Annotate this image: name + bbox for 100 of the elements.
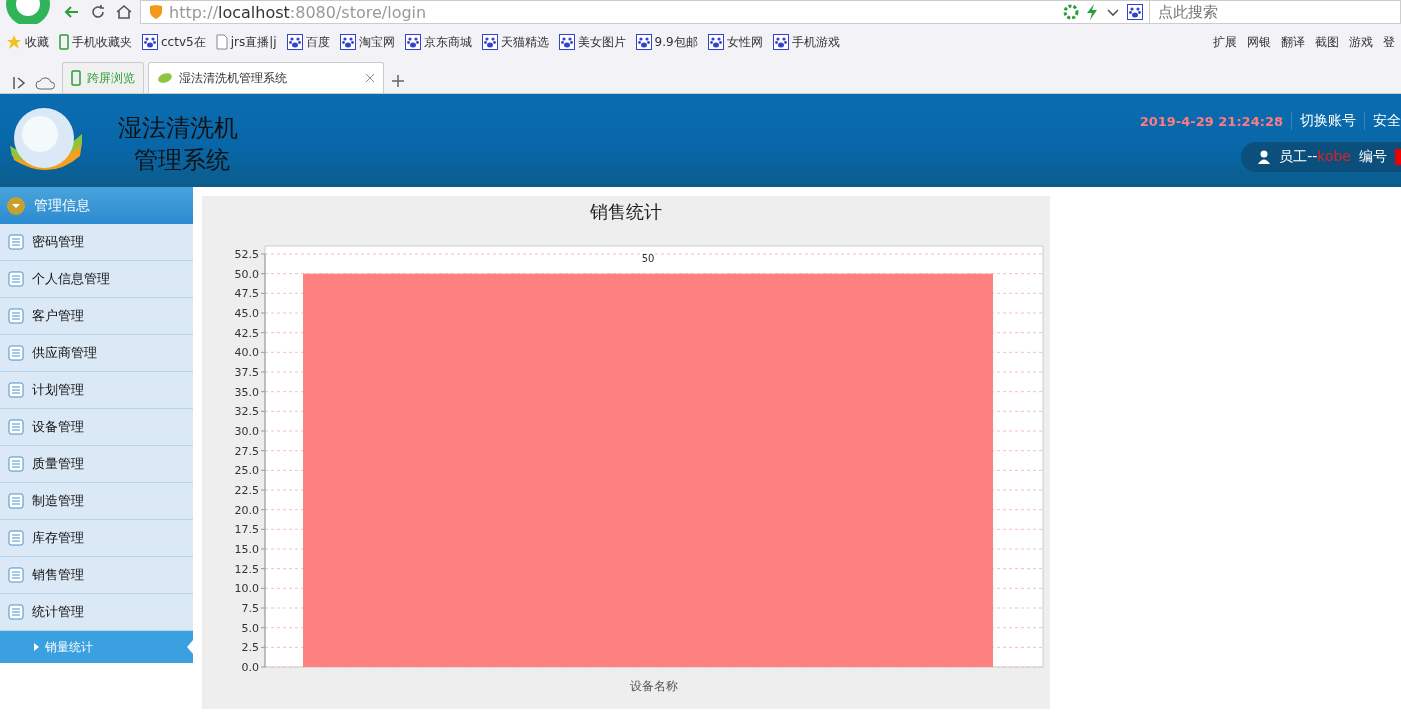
paw-icon xyxy=(707,34,724,50)
y-tick-label: 22.5 xyxy=(234,484,259,497)
y-tick-label: 12.5 xyxy=(234,562,259,576)
menu-item[interactable]: 销售管理 xyxy=(0,557,193,594)
bookmark-link[interactable]: jrs直播|j xyxy=(215,33,277,51)
bookmark-link[interactable]: 收藏 xyxy=(6,33,49,51)
paw-icon xyxy=(286,34,303,50)
list-icon xyxy=(8,345,24,361)
paw-icon xyxy=(404,34,421,50)
toolbar-button[interactable]: 网银 xyxy=(1247,33,1271,51)
phone-icon xyxy=(59,34,69,50)
data-label: 50 xyxy=(641,252,655,264)
bookmark-link[interactable]: 淘宝网 xyxy=(339,33,395,51)
y-tick-label: 17.5 xyxy=(234,523,259,537)
y-tick-label: 0.0 xyxy=(241,661,259,674)
bookmark-link[interactable]: 百度 xyxy=(286,33,330,51)
toolbar-button[interactable]: 游戏 xyxy=(1349,33,1373,51)
list-icon xyxy=(8,456,24,472)
user-label: 员工--kobe xyxy=(1279,148,1351,166)
bookmark-link[interactable]: cctv5在 xyxy=(142,33,206,51)
list-icon xyxy=(8,604,24,620)
toolbar-button[interactable]: 登 xyxy=(1383,33,1395,51)
y-tick-label: 10.0 xyxy=(234,582,259,596)
menu-item[interactable]: 计划管理 xyxy=(0,372,193,409)
home-icon[interactable] xyxy=(114,2,134,22)
bookmark-link[interactable]: 手机游戏 xyxy=(772,33,840,51)
y-tick-label: 30.0 xyxy=(234,425,259,438)
paw-icon xyxy=(339,34,356,50)
list-icon xyxy=(8,308,24,324)
list-icon xyxy=(8,271,24,287)
list-icon xyxy=(8,530,24,546)
y-tick-label: 40.0 xyxy=(234,346,259,360)
list-icon xyxy=(8,419,24,435)
shield-icon xyxy=(149,4,163,20)
chart-title: 销售统计 xyxy=(590,200,662,224)
y-tick-label: 7.5 xyxy=(241,602,259,615)
y-tick-label: 32.5 xyxy=(234,405,259,419)
y-tick-label: 20.0 xyxy=(234,503,259,517)
y-tick-label: 37.5 xyxy=(234,366,259,379)
url-text: http://localhost:8080/store/login xyxy=(169,2,427,22)
y-tick-label: 52.5 xyxy=(234,248,259,261)
close-icon[interactable] xyxy=(365,73,375,83)
paw-icon xyxy=(558,34,575,50)
pointer-notch xyxy=(187,640,193,654)
bookmark-link[interactable]: 9.9包邮 xyxy=(635,33,698,51)
menu-item[interactable]: 个人信息管理 xyxy=(0,261,193,298)
y-tick-label: 50.0 xyxy=(234,267,259,281)
datetime-text: 2019-4-29 21:24:28 xyxy=(1139,113,1283,129)
x-axis-title: 设备名称 xyxy=(630,679,678,693)
address-bar[interactable]: http://localhost:8080/store/login 点此搜索 xyxy=(140,0,1401,24)
y-tick-label: 45.0 xyxy=(234,307,259,320)
menu-item[interactable]: 统计管理 xyxy=(0,594,193,631)
menu-item[interactable]: 客户管理 xyxy=(0,298,193,335)
chevron-circle-icon xyxy=(6,195,26,216)
id-badge xyxy=(1395,149,1401,165)
system-title: 湿法清洗机 xyxy=(118,113,238,144)
sidebar-title: 管理信息 xyxy=(34,196,90,215)
system-title: 管理系统 xyxy=(133,145,231,176)
y-tick-label: 25.0 xyxy=(234,464,259,478)
menu-item[interactable]: 库存管理 xyxy=(0,520,193,557)
list-icon xyxy=(8,234,24,250)
menu-item[interactable]: 密码管理 xyxy=(0,224,193,261)
bookmark-link[interactable]: 天猫精选 xyxy=(481,33,549,51)
y-tick-label: 15.0 xyxy=(234,543,259,556)
menu-item[interactable]: 制造管理 xyxy=(0,483,193,520)
bookmark-link[interactable]: 手机收藏夹 xyxy=(59,33,132,51)
paw-icon xyxy=(772,34,789,50)
list-icon xyxy=(8,493,24,509)
toolbar-button[interactable]: 翻译 xyxy=(1281,33,1305,51)
page-icon xyxy=(215,34,228,50)
paw-icon xyxy=(142,34,158,50)
id-label: 编号 xyxy=(1359,148,1387,166)
list-icon xyxy=(8,382,24,398)
toolbar-button[interactable]: 扩展 xyxy=(1213,33,1237,51)
paw-icon xyxy=(481,34,498,50)
toolbar-button[interactable]: 截图 xyxy=(1315,33,1339,51)
caret-icon xyxy=(34,643,39,651)
y-tick-label: 2.5 xyxy=(241,641,259,655)
y-tick-label: 47.5 xyxy=(234,287,259,301)
user-icon xyxy=(1257,150,1272,164)
bookmark-link[interactable]: 美女图片 xyxy=(558,33,626,51)
browser-tab[interactable]: 湿法清洗机管理系统 xyxy=(148,62,384,93)
y-tick-label: 42.5 xyxy=(234,326,259,340)
paw-icon xyxy=(635,34,652,50)
menu-item[interactable]: 设备管理 xyxy=(0,409,193,446)
bookmark-link[interactable]: 女性网 xyxy=(707,33,763,51)
phone-icon xyxy=(71,70,81,86)
header-link[interactable]: 切换账号 xyxy=(1291,112,1356,130)
menu-item[interactable]: 质量管理 xyxy=(0,446,193,483)
header-link[interactable]: 安全 xyxy=(1364,112,1401,130)
y-tick-label: 5.0 xyxy=(241,621,259,635)
leaf-icon xyxy=(157,72,173,84)
paw-icon xyxy=(1127,4,1143,20)
star-icon xyxy=(6,34,22,50)
y-tick-label: 27.5 xyxy=(234,444,259,458)
menu-item[interactable]: 供应商管理 xyxy=(0,335,193,372)
refresh-ring-icon[interactable] xyxy=(1063,4,1079,20)
y-tick-label: 35.0 xyxy=(234,385,259,399)
bookmark-link[interactable]: 京东商城 xyxy=(404,33,472,51)
lightning-icon[interactable] xyxy=(1085,3,1099,21)
